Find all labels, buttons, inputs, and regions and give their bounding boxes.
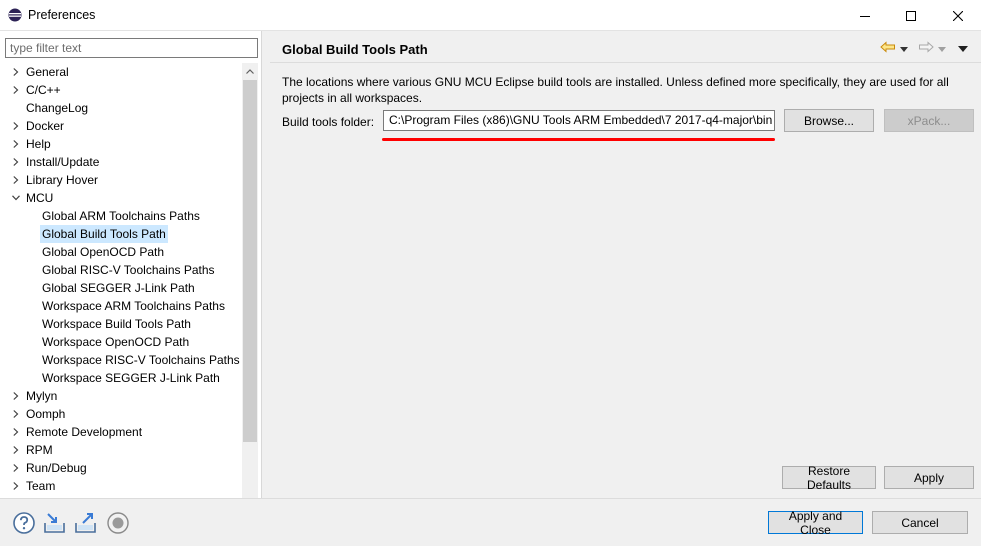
sidebar-item[interactable]: Global OpenOCD Path	[0, 243, 243, 261]
back-button[interactable]	[880, 40, 908, 56]
sidebar-item-label: Team	[26, 479, 56, 493]
sidebar-item-label: Oomph	[26, 407, 66, 421]
view-menu-chevron-icon	[958, 41, 968, 55]
sidebar-item[interactable]: Global Build Tools Path	[0, 225, 243, 243]
sidebar-item-label: Workspace RISC-V Toolchains Paths	[42, 353, 240, 367]
sidebar-item[interactable]: Oomph	[0, 405, 243, 423]
sidebar-item-label: Global SEGGER J-Link Path	[42, 281, 195, 295]
sidebar-item[interactable]: MCU	[0, 189, 243, 207]
page-header: Global Build Tools Path	[270, 31, 981, 63]
sidebar-item-label: RPM	[26, 443, 53, 457]
maximize-button[interactable]	[888, 0, 934, 31]
sidebar-item-label: Library Hover	[26, 173, 99, 187]
forward-arrow-icon	[918, 40, 934, 56]
chevron-right-icon[interactable]	[9, 423, 23, 441]
sidebar-item[interactable]: Global RISC-V Toolchains Paths	[0, 261, 243, 279]
record-icon[interactable]	[106, 511, 130, 535]
page-description: The locations where various GNU MCU Ecli…	[282, 75, 949, 105]
chevron-right-icon[interactable]	[9, 153, 23, 171]
sidebar-item[interactable]: Library Hover	[0, 171, 243, 189]
sidebar-item-label: Global OpenOCD Path	[42, 245, 165, 259]
sidebar-item-label: MCU	[26, 191, 54, 205]
chevron-right-icon[interactable]	[9, 63, 23, 81]
preferences-tree: General C/C++ ChangeLog Docker Help Install/U…	[0, 63, 243, 495]
sidebar-item-label: Global Build Tools Path	[40, 225, 168, 243]
sidebar-item-label: Workspace OpenOCD Path	[42, 335, 190, 349]
sidebar-item[interactable]: General	[0, 63, 243, 81]
import-icon[interactable]	[43, 511, 67, 535]
scroll-up-icon[interactable]	[242, 63, 258, 79]
apply-and-close-button[interactable]: Apply and Close	[768, 509, 863, 537]
preference-page: Global Build Tools Path The locations wh…	[270, 31, 981, 498]
sidebar-item[interactable]: ChangeLog	[0, 99, 243, 117]
sidebar-item-label: Workspace SEGGER J-Link Path	[42, 371, 220, 385]
sidebar-item-label: C/C++	[26, 83, 61, 97]
sidebar-item[interactable]: Global ARM Toolchains Paths	[0, 207, 243, 225]
sidebar-item[interactable]: Run/Debug	[0, 459, 243, 477]
chevron-right-icon[interactable]	[9, 441, 23, 459]
sidebar-item[interactable]: Install/Update	[0, 153, 243, 171]
sidebar-item[interactable]: C/C++	[0, 81, 243, 99]
chevron-right-icon[interactable]	[9, 171, 23, 189]
help-icon[interactable]	[12, 511, 36, 535]
forward-menu-chevron-icon[interactable]	[938, 41, 946, 55]
chevron-right-icon[interactable]	[9, 387, 23, 405]
filter-input[interactable]	[5, 38, 258, 58]
build-tools-folder-label: Build tools folder:	[282, 115, 375, 129]
highlight-underline	[382, 138, 775, 141]
sidebar-item[interactable]: Mylyn	[0, 387, 243, 405]
sidebar-item[interactable]: Help	[0, 135, 243, 153]
sidebar-item[interactable]: Global SEGGER J-Link Path	[0, 279, 243, 297]
build-tools-folder-input[interactable]: C:\Program Files (x86)\GNU Tools ARM Emb…	[383, 110, 775, 131]
restore-defaults-button[interactable]: Restore Defaults	[782, 464, 876, 492]
sidebar-item-label: Workspace Build Tools Path	[42, 317, 191, 331]
page-title: Global Build Tools Path	[282, 42, 428, 57]
close-button[interactable]	[935, 0, 981, 31]
sidebar-item[interactable]: RPM	[0, 441, 243, 459]
sidebar-item[interactable]: Workspace SEGGER J-Link Path	[0, 369, 243, 387]
sidebar-item[interactable]: Workspace Build Tools Path	[0, 315, 243, 333]
back-arrow-icon	[880, 40, 896, 56]
sidebar-item-label: ChangeLog	[26, 101, 89, 115]
sidebar-item[interactable]: Docker	[0, 117, 243, 135]
sidebar-item-label: Help	[26, 137, 51, 151]
dialog-footer: Apply and Close Cancel	[0, 498, 981, 546]
xpack-button[interactable]: xPack...	[884, 109, 974, 132]
chevron-right-icon[interactable]	[9, 459, 23, 477]
browse-button[interactable]: Browse...	[784, 109, 874, 132]
window-title: Preferences	[28, 8, 96, 22]
preferences-sidebar: General C/C++ ChangeLog Docker Help Install/U…	[0, 31, 262, 527]
sidebar-item-label: Global RISC-V Toolchains Paths	[42, 263, 215, 277]
forward-button[interactable]	[918, 40, 946, 56]
cancel-button[interactable]: Cancel	[872, 511, 968, 534]
eclipse-icon	[8, 8, 22, 22]
apply-button[interactable]: Apply	[884, 466, 974, 489]
sidebar-item[interactable]: Workspace OpenOCD Path	[0, 333, 243, 351]
back-menu-chevron-icon[interactable]	[900, 41, 908, 55]
title-bar: Preferences	[0, 0, 981, 31]
sidebar-item-label: Remote Development	[26, 425, 143, 439]
tree-scrollbar[interactable]	[242, 63, 258, 527]
sidebar-item-label: Workspace ARM Toolchains Paths	[42, 299, 225, 313]
sidebar-item-label: Mylyn	[26, 389, 58, 403]
sidebar-item-label: Install/Update	[26, 155, 100, 169]
sidebar-item[interactable]: Remote Development	[0, 423, 243, 441]
sidebar-item[interactable]: Workspace RISC-V Toolchains Paths	[0, 351, 243, 369]
view-menu-button[interactable]	[958, 40, 968, 56]
sidebar-item[interactable]: Team	[0, 477, 243, 495]
sidebar-item-label: Global ARM Toolchains Paths	[42, 209, 200, 223]
sidebar-item-label: Docker	[26, 119, 65, 133]
chevron-right-icon[interactable]	[9, 405, 23, 423]
minimize-button[interactable]	[842, 0, 888, 31]
sidebar-item-label: General	[26, 65, 69, 79]
chevron-right-icon[interactable]	[9, 477, 23, 495]
chevron-right-icon[interactable]	[9, 135, 23, 153]
chevron-right-icon[interactable]	[9, 81, 23, 99]
sidebar-item-label: Run/Debug	[26, 461, 87, 475]
chevron-right-icon[interactable]	[9, 117, 23, 135]
export-icon[interactable]	[74, 511, 98, 535]
chevron-down-icon[interactable]	[9, 189, 23, 207]
scroll-thumb[interactable]	[243, 80, 257, 442]
sidebar-item[interactable]: Workspace ARM Toolchains Paths	[0, 297, 243, 315]
